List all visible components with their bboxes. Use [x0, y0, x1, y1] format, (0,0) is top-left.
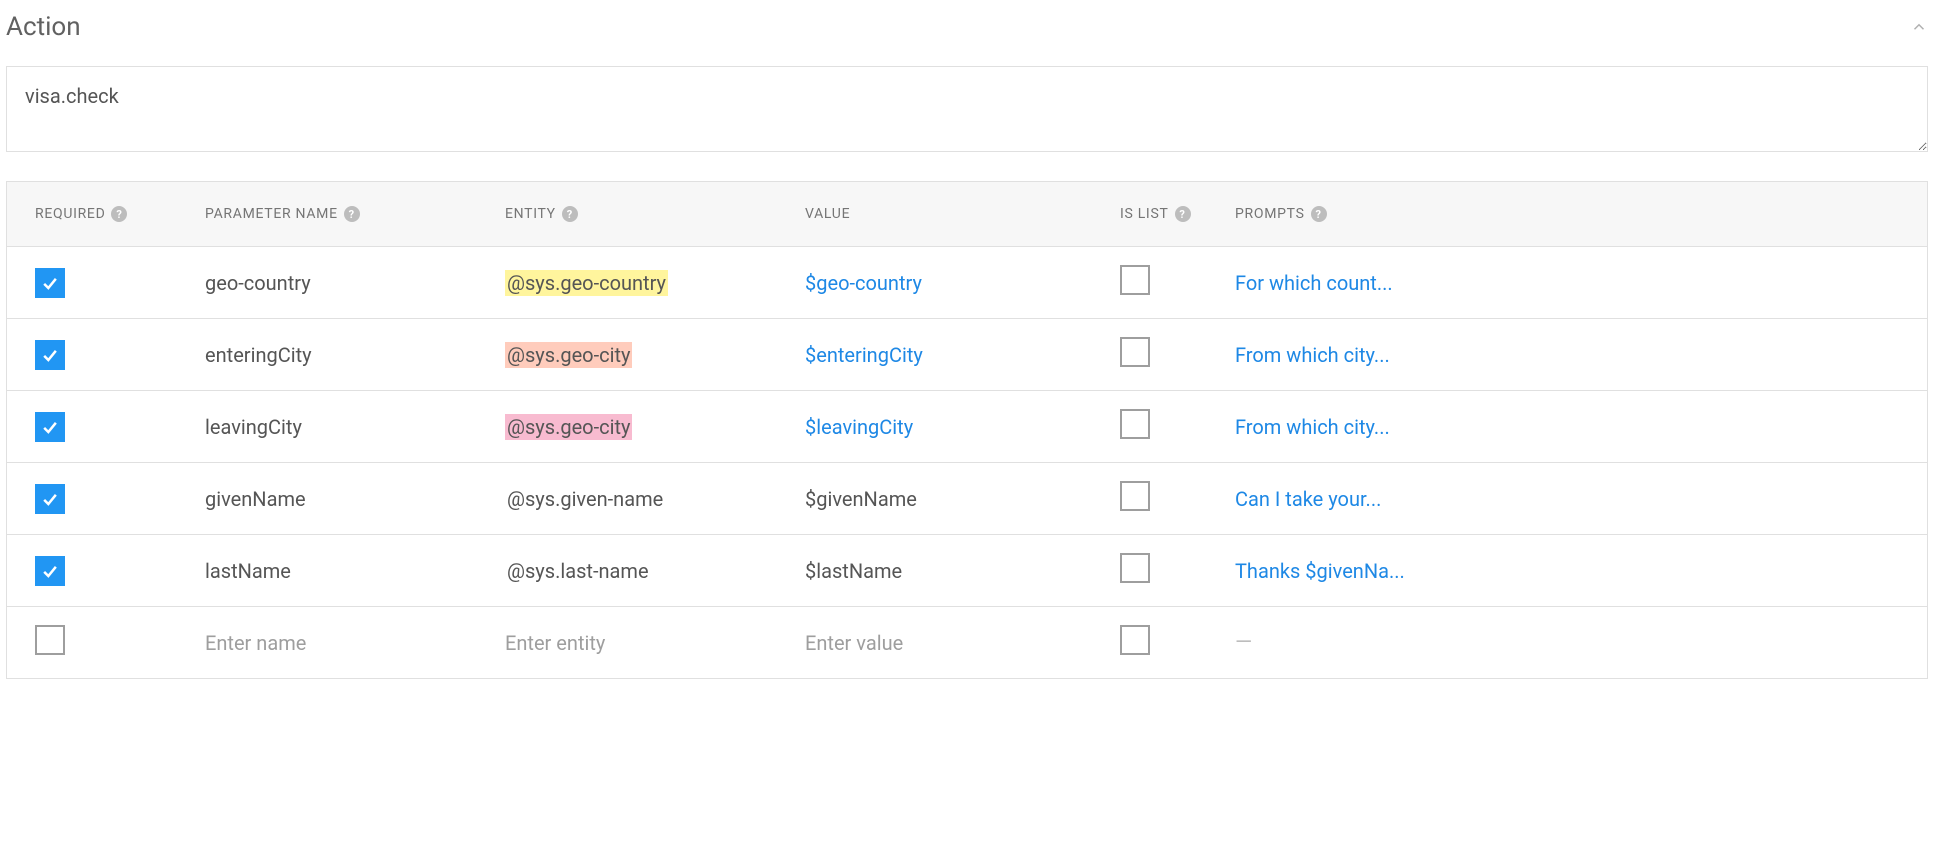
table-row: enteringCity@sys.geo-city$enteringCity Fr… [7, 319, 1927, 391]
col-prompts: PROMPTS ? [1235, 206, 1899, 222]
entity[interactable]: @sys.geo-city [505, 415, 805, 439]
help-icon[interactable]: ? [111, 206, 127, 222]
col-param-name: PARAMETER NAME ? [205, 206, 505, 222]
help-icon[interactable]: ? [1175, 206, 1191, 222]
section-header: Action [6, 4, 1928, 66]
islist-checkbox[interactable] [1120, 337, 1150, 367]
table-row: lastName@sys.last-name$lastName Thanks $g… [7, 535, 1927, 607]
col-entity: ENTITY ? [505, 206, 805, 222]
table-header: REQUIRED ? PARAMETER NAME ? ENTITY ? VAL… [7, 182, 1927, 247]
param-name[interactable]: enteringCity [205, 343, 505, 367]
prompts-link[interactable]: From which city... [1235, 415, 1899, 439]
help-icon[interactable]: ? [562, 206, 578, 222]
prompts-link[interactable]: Can I take your... [1235, 487, 1899, 511]
required-checkbox[interactable] [35, 412, 65, 442]
required-checkbox[interactable] [35, 625, 65, 655]
required-checkbox[interactable] [35, 556, 65, 586]
prompts-placeholder: — [1235, 630, 1899, 655]
help-icon[interactable]: ? [1311, 206, 1327, 222]
table-row: geo-country@sys.geo-country$geo-country F… [7, 247, 1927, 319]
table-row-new: Enter nameEnter entityEnter value — [7, 607, 1927, 678]
action-name-input[interactable] [6, 66, 1928, 152]
value[interactable]: $lastName [805, 559, 1120, 583]
islist-checkbox[interactable] [1120, 409, 1150, 439]
required-checkbox[interactable] [35, 340, 65, 370]
parameters-table: REQUIRED ? PARAMETER NAME ? ENTITY ? VAL… [6, 181, 1928, 679]
entity[interactable]: @sys.last-name [505, 559, 805, 583]
param-name-input[interactable]: Enter name [205, 631, 505, 655]
col-islist: IS LIST ? [1120, 206, 1235, 222]
col-value: VALUE [805, 206, 1120, 222]
col-required: REQUIRED ? [35, 206, 205, 222]
entity[interactable]: @sys.given-name [505, 487, 805, 511]
table-body: geo-country@sys.geo-country$geo-country F… [7, 247, 1927, 678]
value[interactable]: $leavingCity [805, 415, 1120, 439]
required-checkbox[interactable] [35, 268, 65, 298]
entity-input[interactable]: Enter entity [505, 631, 805, 655]
islist-checkbox[interactable] [1120, 553, 1150, 583]
entity[interactable]: @sys.geo-city [505, 343, 805, 367]
section-title: Action [6, 12, 81, 42]
prompts-link[interactable]: From which city... [1235, 343, 1899, 367]
prompts-link[interactable]: For which count... [1235, 271, 1899, 295]
value[interactable]: $givenName [805, 487, 1120, 511]
required-checkbox[interactable] [35, 484, 65, 514]
help-icon[interactable]: ? [344, 206, 360, 222]
table-row: leavingCity@sys.geo-city$leavingCity From… [7, 391, 1927, 463]
table-row: givenName@sys.given-name$givenName Can I … [7, 463, 1927, 535]
value[interactable]: $enteringCity [805, 343, 1120, 367]
param-name[interactable]: geo-country [205, 271, 505, 295]
islist-checkbox[interactable] [1120, 625, 1150, 655]
param-name[interactable]: leavingCity [205, 415, 505, 439]
prompts-link[interactable]: Thanks $givenNa... [1235, 559, 1899, 583]
value-input[interactable]: Enter value [805, 631, 1120, 655]
islist-checkbox[interactable] [1120, 265, 1150, 295]
islist-checkbox[interactable] [1120, 481, 1150, 511]
entity[interactable]: @sys.geo-country [505, 271, 805, 295]
value[interactable]: $geo-country [805, 271, 1120, 295]
param-name[interactable]: lastName [205, 559, 505, 583]
param-name[interactable]: givenName [205, 487, 505, 511]
chevron-up-icon[interactable] [1910, 18, 1928, 36]
